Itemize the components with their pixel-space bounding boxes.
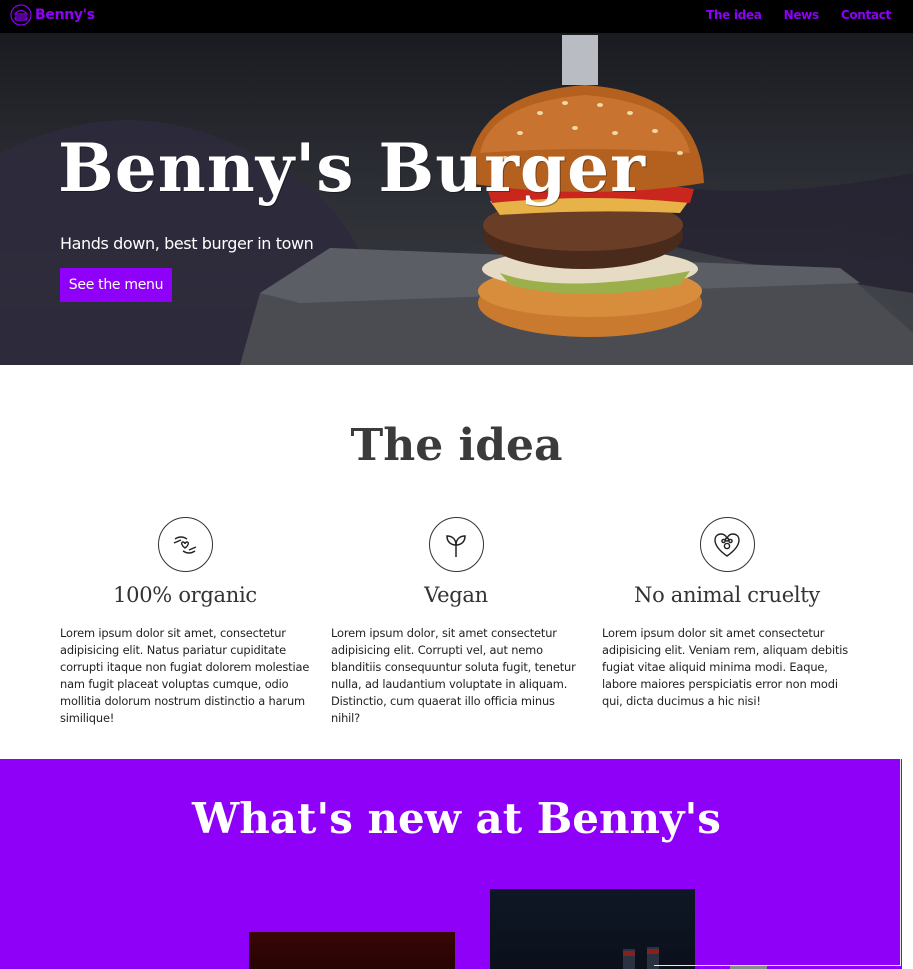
top-navbar: Benny's The idea News Contact: [0, 0, 913, 33]
feature-text: Lorem ipsum dolor sit amet consectetur a…: [602, 626, 849, 708]
feature-icon-circle: [428, 517, 484, 572]
brand[interactable]: Benny's: [10, 4, 95, 26]
page-edge: [902, 759, 913, 969]
news-section-title: What's new at Benny's: [192, 794, 721, 843]
feature-title: 100% organic: [113, 583, 257, 607]
idea-section-title: The idea: [350, 420, 563, 471]
nav-link-idea[interactable]: The idea: [706, 8, 762, 22]
nav-link-news[interactable]: News: [784, 8, 820, 22]
heart-paw-icon: [714, 532, 740, 557]
feature-icon-circle: [157, 517, 213, 572]
hands-heart-icon: [173, 535, 197, 554]
feature-cruelty-free: No animal cruelty Lorem ipsum dolor sit …: [602, 517, 852, 710]
bottles-image: [623, 947, 659, 969]
feature-icon-circle: [699, 517, 755, 572]
burger-logo-icon: [10, 4, 32, 26]
news-image[interactable]: [249, 932, 455, 969]
see-menu-button[interactable]: See the menu: [60, 268, 172, 302]
feature-text: Lorem ipsum dolor sit amet, consectetur …: [60, 626, 310, 725]
hero-subtitle: Hands down, best burger in town: [60, 234, 314, 253]
hero-section: Benny's Burger Hands down, best burger i…: [0, 33, 913, 365]
feature-text: Lorem ipsum dolor, sit amet consectetur …: [331, 626, 576, 725]
feature-title: No animal cruelty: [634, 583, 820, 607]
brand-name: Benny's: [35, 7, 95, 23]
feature-title: Vegan: [424, 583, 488, 607]
news-section: What's new at Benny's: [0, 759, 913, 969]
nav-link-contact[interactable]: Contact: [841, 8, 891, 22]
hero-title: Benny's Burger: [58, 129, 646, 207]
news-image[interactable]: [490, 889, 695, 969]
nav-links: The idea News Contact: [706, 8, 891, 22]
feature-vegan: Vegan Lorem ipsum dolor, sit amet consec…: [331, 517, 581, 727]
feature-organic: 100% organic Lorem ipsum dolor sit amet,…: [60, 517, 310, 727]
sprout-icon: [446, 534, 466, 557]
